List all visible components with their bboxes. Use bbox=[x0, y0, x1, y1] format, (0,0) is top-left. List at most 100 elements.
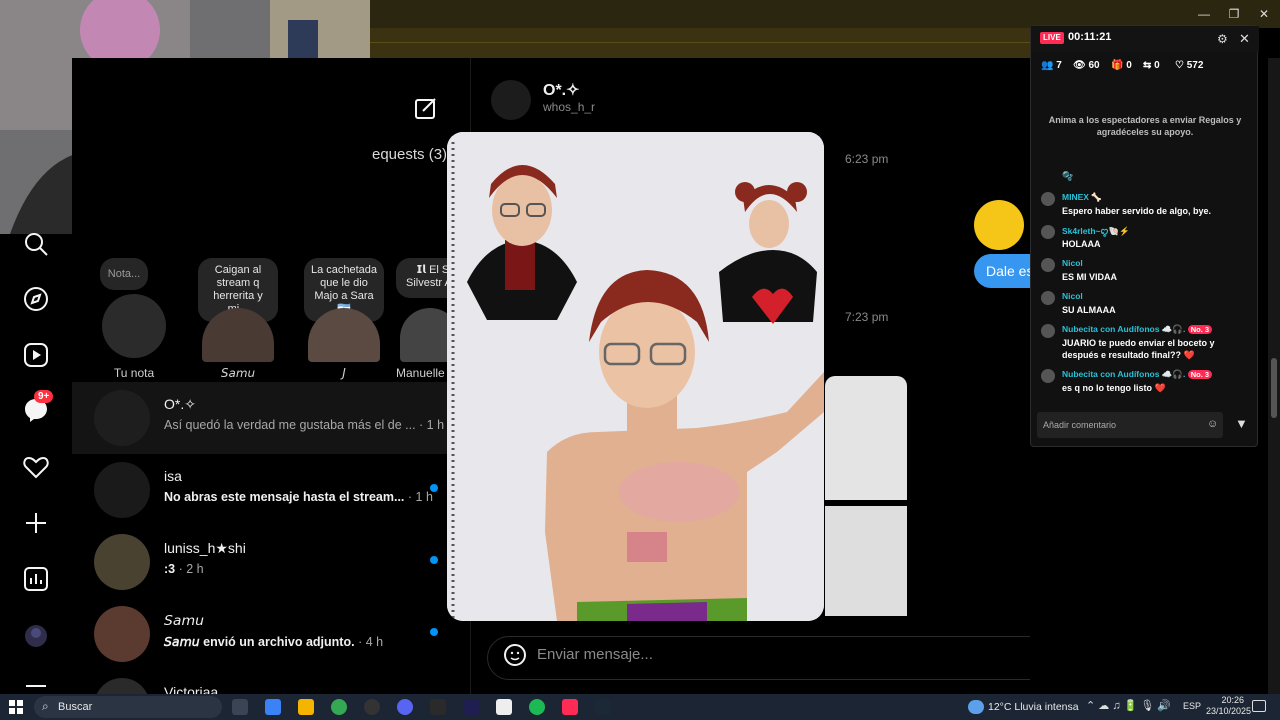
contact-name[interactable]: O*.✧ bbox=[543, 80, 580, 100]
message-requests-link[interactable]: equests (3) bbox=[372, 146, 447, 163]
message-input[interactable]: Enviar mensaje... bbox=[537, 646, 653, 663]
story-name: 𝘑 bbox=[342, 366, 346, 380]
rank-badge: No. 3 bbox=[1187, 370, 1213, 379]
note-bubble: Nota... bbox=[100, 258, 148, 290]
conversation-title: 𝘚𝘢𝘮𝘶 bbox=[164, 612, 204, 628]
conversation-title: O*.✧ bbox=[164, 396, 196, 412]
steam-icon[interactable] bbox=[595, 699, 611, 715]
conversation-preview: Así quedó la verdad me gustaba más el de… bbox=[164, 418, 445, 432]
story-note-j[interactable]: La cachetada que le dio Majo a Sara 🇦🇷 𝘑 bbox=[296, 258, 392, 380]
obs-icon[interactable] bbox=[364, 699, 380, 715]
tray-icons[interactable]: ⌃ ☁ ♫ 🔋 🎙 🔊 bbox=[1086, 699, 1171, 712]
close-icon[interactable]: ✕ bbox=[1256, 6, 1272, 22]
task-view-icon[interactable] bbox=[232, 699, 248, 715]
dashboard-icon[interactable] bbox=[22, 565, 50, 593]
windows-start-icon[interactable] bbox=[9, 700, 23, 714]
shares-count: ⇆ 0 bbox=[1143, 60, 1160, 71]
message-timestamp: 6:23 pm bbox=[845, 152, 889, 166]
capcut-icon[interactable] bbox=[430, 699, 446, 715]
conversation-row[interactable]: 𝘚𝘢𝘮𝘶 𝘚𝘢𝘮𝘶 envió un archivo adjunto. · 4 … bbox=[72, 598, 458, 670]
weather-text[interactable]: 12°C Lluvia intensa bbox=[988, 701, 1079, 713]
taskbar: ⌕ Buscar 12°C Lluvia intensa ⌃ ☁ ♫ 🔋 🎙 🔊… bbox=[0, 694, 1280, 720]
explore-icon[interactable] bbox=[22, 285, 50, 313]
search-icon[interactable] bbox=[22, 230, 50, 258]
conversation-row[interactable]: luniss_h★shi :3 · 2 h bbox=[72, 526, 458, 598]
taskbar-search[interactable]: ⌕ Buscar bbox=[34, 696, 222, 718]
inbox-panel: equests (3) Nota... Tu nota Caigan al st… bbox=[72, 58, 458, 694]
search-icon: ⌕ bbox=[42, 699, 49, 713]
notion-icon[interactable] bbox=[496, 699, 512, 715]
likes-count: ♡ 572 bbox=[1175, 60, 1204, 71]
notification-icon[interactable] bbox=[1252, 700, 1266, 712]
unread-dot bbox=[430, 556, 438, 564]
emoji-icon[interactable] bbox=[503, 643, 527, 667]
story-name: 𝘚𝘢𝘮𝘶 bbox=[220, 366, 256, 380]
viewers-count: 👥 7 bbox=[1041, 60, 1062, 71]
premiere-icon[interactable] bbox=[463, 699, 479, 715]
unread-dot bbox=[430, 484, 438, 492]
file-explorer-icon[interactable] bbox=[298, 699, 314, 715]
filter-icon[interactable]: ▼ bbox=[1235, 416, 1248, 431]
profile-avatar-icon[interactable] bbox=[22, 622, 50, 650]
conversation-title: luniss_h★shi bbox=[164, 540, 246, 556]
avatar bbox=[1041, 258, 1055, 272]
live-timer: 00:11:21 bbox=[1068, 31, 1112, 43]
conversation-title: Victoriaa bbox=[164, 684, 219, 694]
scrollbar[interactable] bbox=[1268, 58, 1280, 694]
copilot-icon[interactable] bbox=[265, 699, 281, 715]
conversation-preview: 𝘚𝘢𝘮𝘶 envió un archivo adjunto. · 4 h bbox=[164, 635, 384, 649]
settings-icon[interactable]: ⚙ bbox=[1217, 32, 1228, 46]
discord-icon[interactable] bbox=[397, 699, 413, 715]
avatar bbox=[1041, 369, 1055, 383]
contact-avatar[interactable] bbox=[491, 80, 531, 120]
unread-badge: 9+ bbox=[34, 390, 54, 403]
minimize-icon[interactable]: — bbox=[1196, 6, 1212, 22]
story-note-self[interactable]: Nota... Tu nota bbox=[98, 258, 194, 380]
create-icon[interactable] bbox=[22, 509, 50, 537]
avatar bbox=[1041, 291, 1055, 305]
tiktok-live-icon[interactable] bbox=[562, 699, 578, 715]
avatar bbox=[94, 390, 150, 446]
conversation-preview: :3 · 2 h bbox=[164, 562, 204, 576]
clock[interactable]: 20:26 23/10/2025 bbox=[1206, 695, 1251, 717]
gifts-count: 🎁 0 bbox=[1111, 60, 1132, 71]
new-message-icon[interactable] bbox=[414, 96, 438, 120]
heart-icon[interactable] bbox=[22, 453, 50, 481]
conversation-row[interactable]: isa No abras este mensaje hasta el strea… bbox=[72, 454, 458, 526]
conversation-preview: No abras este mensaje hasta el stream...… bbox=[164, 490, 433, 504]
live-stream-panel: LIVE 00:11:21 ⚙ ✕ 👥 7 👁 60 🎁 0 ⇆ 0 ♡ 572… bbox=[1030, 25, 1259, 447]
left-navigation: 9+ bbox=[0, 233, 72, 694]
avatar bbox=[1041, 225, 1055, 239]
close-icon[interactable]: ✕ bbox=[1239, 31, 1250, 47]
emoji-icon[interactable]: ☺ bbox=[1207, 418, 1218, 430]
conversation-title: isa bbox=[164, 468, 182, 484]
gift-hint-text: Anima a los espectadores a enviar Regalo… bbox=[1048, 115, 1242, 137]
conversation-row[interactable]: Victoriaa bbox=[72, 670, 458, 694]
unread-dot bbox=[430, 628, 438, 636]
live-badge: LIVE bbox=[1040, 32, 1064, 44]
avatar bbox=[94, 606, 150, 662]
avatar bbox=[94, 462, 150, 518]
conversation-row[interactable]: O*.✧ Así quedó la verdad me gustaba más … bbox=[72, 382, 458, 454]
restore-icon[interactable]: ❐ bbox=[1226, 6, 1242, 22]
contact-handle: whos_h_r bbox=[543, 100, 596, 114]
avatar bbox=[1041, 324, 1055, 338]
crying-emoji-reaction bbox=[974, 200, 1024, 250]
story-note-samu[interactable]: Caigan al stream q herrerita y mi... 𝘚𝘢𝘮… bbox=[190, 258, 286, 380]
reels-icon[interactable] bbox=[22, 341, 50, 369]
avatar bbox=[1041, 192, 1055, 206]
avatar bbox=[102, 294, 166, 358]
sketch-thumbnail[interactable] bbox=[825, 506, 907, 616]
image-viewer[interactable] bbox=[447, 132, 824, 621]
avatar bbox=[94, 678, 150, 694]
message-timestamp: 7:23 pm bbox=[845, 310, 889, 324]
comment-input[interactable]: Añadir comentario ☺ bbox=[1037, 412, 1223, 438]
spotify-icon[interactable] bbox=[529, 699, 545, 715]
messenger-icon[interactable]: 9+ bbox=[22, 390, 54, 424]
sketch-thumbnail[interactable] bbox=[825, 376, 907, 500]
rank-badge: No. 3 bbox=[1187, 325, 1213, 334]
language-indicator[interactable]: ESP bbox=[1183, 701, 1201, 711]
weather-icon[interactable] bbox=[968, 700, 984, 714]
chrome-icon[interactable] bbox=[331, 699, 347, 715]
views-count: 👁 60 bbox=[1073, 60, 1100, 71]
